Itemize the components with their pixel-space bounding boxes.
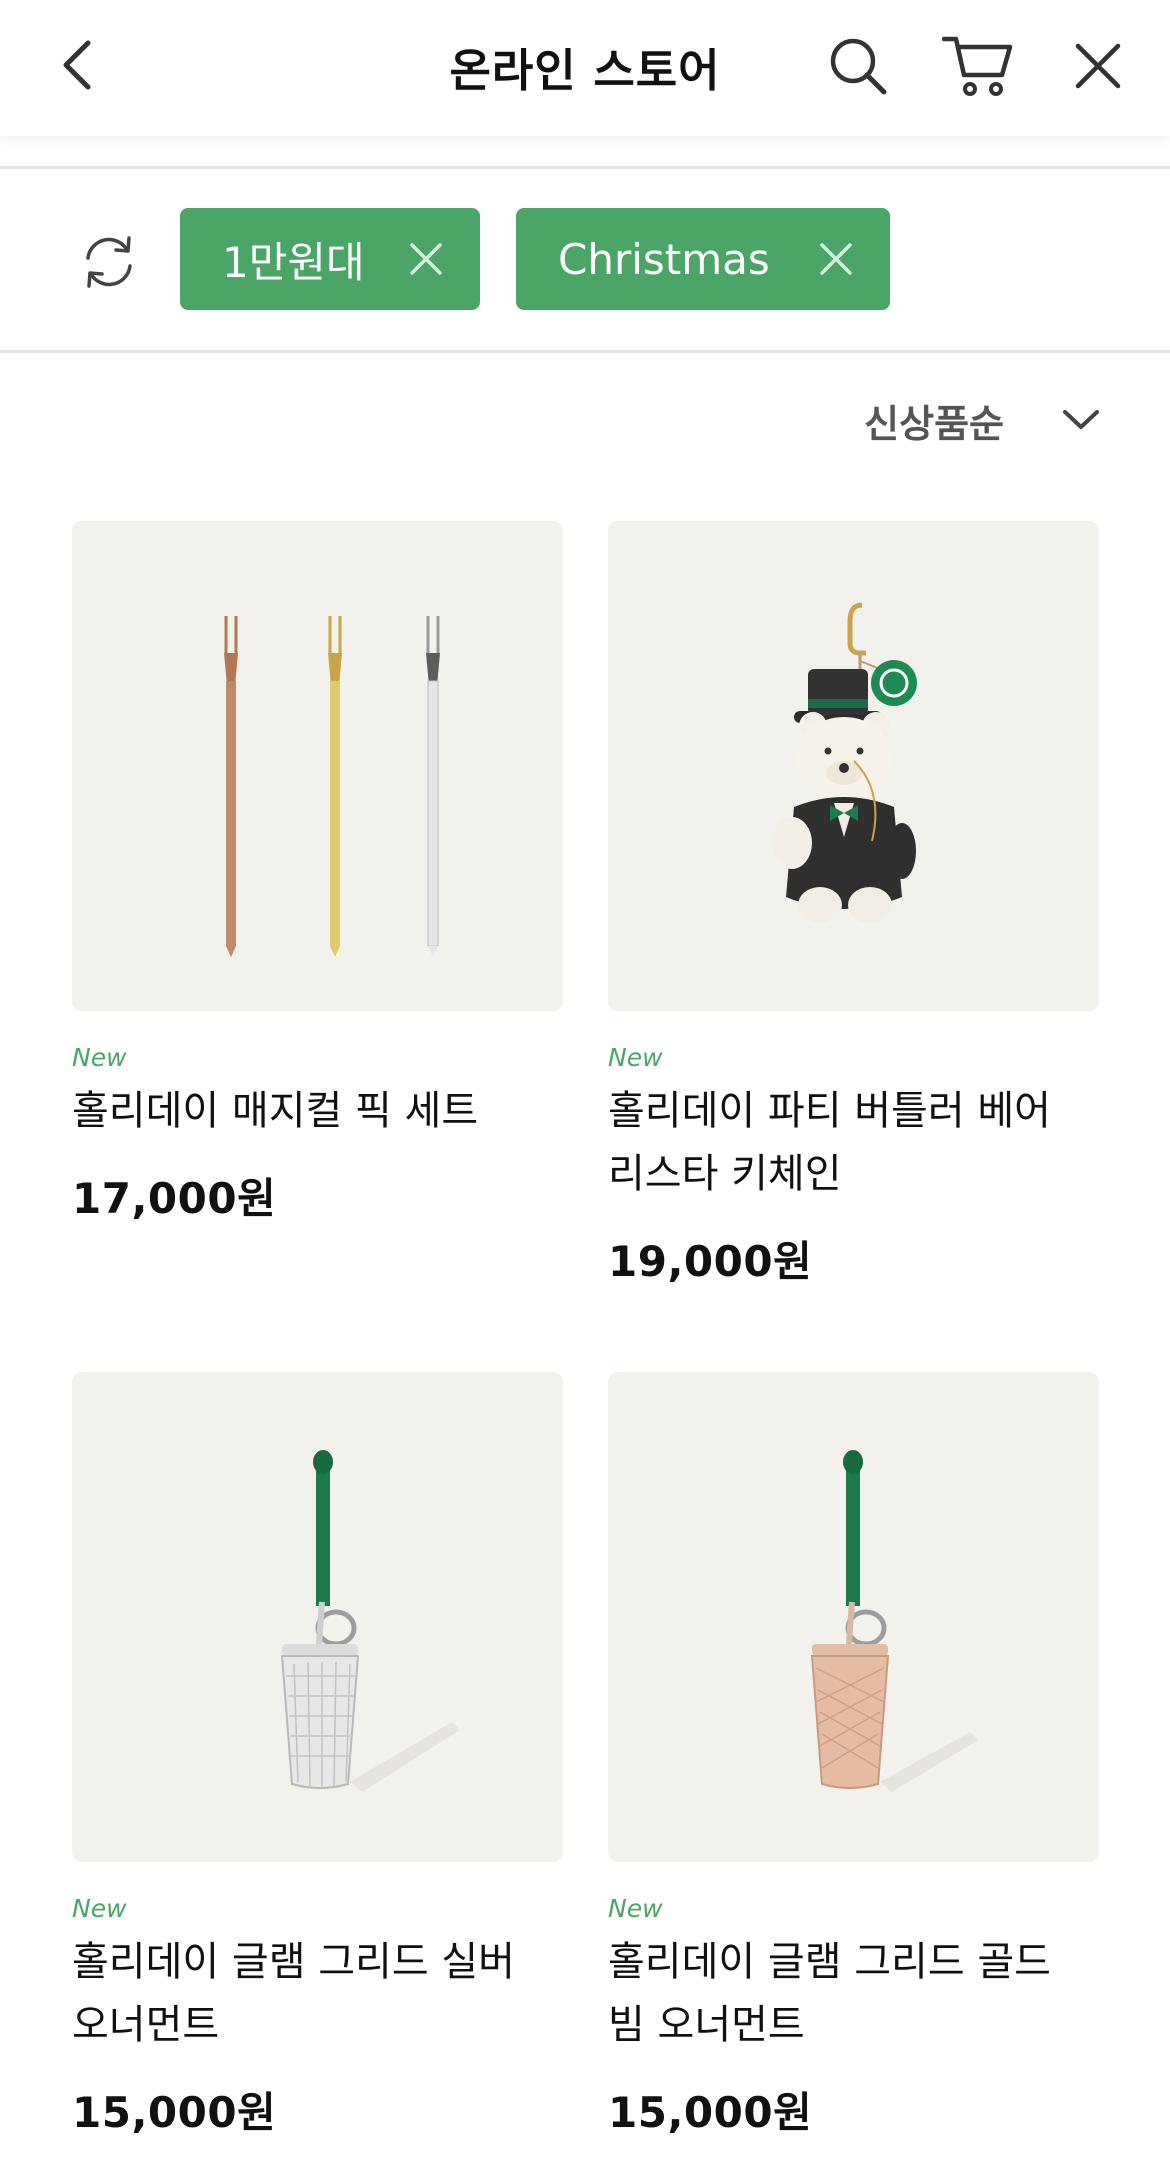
product-name[interactable]: 홀리데이 글램 그리드 실버 오너먼트 <box>72 1931 563 2057</box>
product-image[interactable] <box>608 1372 1099 1862</box>
divider <box>0 350 1170 353</box>
divider <box>0 166 1170 169</box>
pick-set-illustration <box>224 616 440 957</box>
sort-label: 신상품순 <box>864 401 1004 446</box>
filter-chip-theme[interactable]: Christmas <box>516 208 890 310</box>
chip-remove-icon[interactable] <box>818 241 854 277</box>
product-name[interactable]: 홀리데이 매지컬 픽 세트 <box>72 1080 563 1143</box>
chevron-down-icon <box>1063 410 1099 429</box>
filter-bar: 1만원대 Christmas <box>0 208 1170 312</box>
new-badge: New <box>72 1894 127 1923</box>
product-price: 17,000원 <box>72 1174 277 1223</box>
search-icon <box>830 38 887 95</box>
filter-chip-label: Christmas <box>558 234 770 284</box>
bear-keychain-illustration <box>772 602 917 923</box>
silver-ornament-illustration <box>280 1450 460 1792</box>
product-card[interactable]: New 홀리데이 파티 버틀러 베어 리스타 키체인 19,000원 <box>608 521 1099 1289</box>
search-button[interactable] <box>820 28 896 104</box>
product-price: 15,000원 <box>72 2088 277 2137</box>
gold-ornament-illustration <box>810 1450 978 1792</box>
filter-chip-label: 1만원대 <box>222 237 365 287</box>
product-image[interactable] <box>72 1372 563 1862</box>
product-image[interactable] <box>608 521 1099 1011</box>
product-card[interactable]: New 홀리데이 매지컬 픽 세트 17,000원 <box>72 521 563 1226</box>
new-badge: New <box>608 1894 663 1923</box>
product-card[interactable]: New 홀리데이 글램 그리드 골드 빔 오너먼트 15,000원 <box>608 1372 1099 2140</box>
product-price: 19,000원 <box>608 1237 813 1286</box>
reset-filters-button[interactable] <box>74 230 144 294</box>
product-card[interactable]: New 홀리데이 글램 그리드 실버 오너먼트 15,000원 <box>72 1372 563 2140</box>
chip-remove-icon[interactable] <box>408 241 444 277</box>
new-badge: New <box>608 1043 663 1072</box>
close-icon <box>1075 43 1121 89</box>
product-name[interactable]: 홀리데이 파티 버틀러 베어 리스타 키체인 <box>608 1080 1099 1206</box>
new-badge: New <box>72 1043 127 1072</box>
filter-chip-price[interactable]: 1만원대 <box>180 208 480 310</box>
sort-dropdown[interactable]: 신상품순 <box>864 390 1100 450</box>
refresh-icon <box>86 236 132 288</box>
top-app-bar: 온라인 스토어 <box>0 0 1170 136</box>
product-price: 15,000원 <box>608 2088 813 2137</box>
product-image[interactable] <box>72 521 563 1011</box>
close-button[interactable] <box>1060 28 1136 104</box>
cart-button[interactable] <box>940 28 1016 104</box>
product-name[interactable]: 홀리데이 글램 그리드 골드 빔 오너먼트 <box>608 1931 1099 2057</box>
cart-icon <box>942 36 1013 96</box>
